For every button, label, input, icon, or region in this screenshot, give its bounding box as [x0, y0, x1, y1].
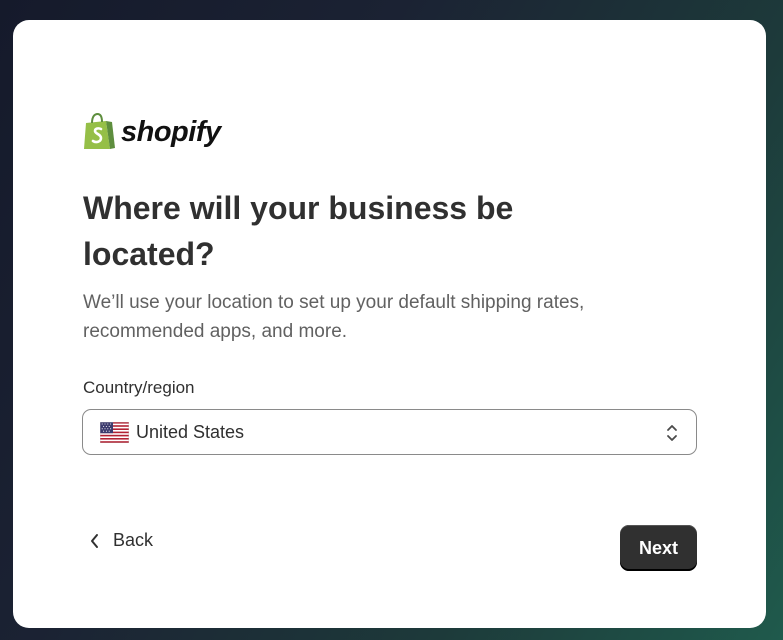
back-button-label: Back	[113, 530, 154, 550]
country-region-value: United States	[136, 421, 245, 442]
country-region-select[interactable]: United States	[82, 409, 697, 455]
shopify-wordmark: shopify	[121, 115, 221, 148]
page-subtitle: We’ll use your location to set up your d…	[83, 292, 585, 342]
select-chevrons-icon	[667, 425, 677, 441]
back-button[interactable]: Back	[89, 530, 153, 551]
onboarding-card: shopify Where will your business be loca…	[13, 20, 766, 628]
shopify-logo: shopify	[82, 113, 221, 151]
shopify-bag-icon	[84, 113, 115, 149]
country-region-label: Country/region	[83, 378, 195, 397]
us-flag-icon	[100, 421, 129, 443]
page-title: Where will your business be located?	[83, 190, 514, 272]
next-button[interactable]: Next	[620, 525, 697, 571]
chevron-left-icon	[91, 533, 98, 548]
